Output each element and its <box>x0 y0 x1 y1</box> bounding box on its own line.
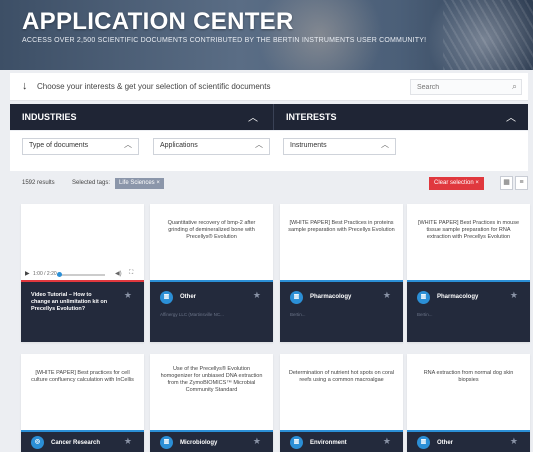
page-subtitle: ACCESS OVER 2,500 SCIENTIFIC DOCUMENTS C… <box>22 37 427 44</box>
category-label: Environment <box>310 440 347 446</box>
choose-text: Choose your interests & get your selecti… <box>37 82 271 91</box>
category-icon: ▥ <box>160 291 173 304</box>
chevron-up-icon: ︿ <box>381 140 389 149</box>
select-label: Type of documents <box>29 142 89 149</box>
card-title[interactable]: Quantitative recovery of bmp-2 after gri… <box>158 220 265 241</box>
star-icon[interactable]: ★ <box>510 436 518 447</box>
card-body[interactable]: [WHITE PAPER] Best Practices in mouse ti… <box>407 204 530 280</box>
type-of-documents-select[interactable]: Type of documents ︿ <box>22 138 139 155</box>
progress-track[interactable] <box>57 274 105 276</box>
document-card[interactable]: Quantitative recovery of bmp-2 after gri… <box>150 204 273 342</box>
star-icon[interactable]: ★ <box>383 290 391 301</box>
card-footer: ▥ Pharmacology ★ Bertin... <box>280 282 403 342</box>
search-box[interactable]: ⌕ <box>410 79 522 95</box>
card-meta: Affinergy LLC (Martinsville NC... <box>160 312 224 317</box>
star-icon[interactable]: ★ <box>253 436 261 447</box>
category-icon: ▥ <box>417 436 430 449</box>
card-meta: Bertin... <box>417 312 433 317</box>
results-count: 1592 results <box>22 180 55 186</box>
card-footer: ▥ Pharmacology ★ Bertin... <box>407 282 530 342</box>
chevron-up-icon: ︿ <box>506 113 516 124</box>
player-controls[interactable]: ▶ 1:00 / 2:20 ◀) ⛶ <box>25 270 140 278</box>
card-body[interactable]: RNA extraction from normal dog skin biop… <box>407 354 530 430</box>
document-card[interactable]: RNA extraction from normal dog skin biop… <box>407 354 530 452</box>
category-label: Pharmacology <box>310 294 352 300</box>
category-label: Pharmacology <box>437 294 479 300</box>
hero-pattern <box>443 0 533 70</box>
document-card[interactable]: Determination of nutrient hot spots on c… <box>280 354 403 452</box>
category-icon: ▥ <box>160 436 173 449</box>
document-card[interactable]: [WHITE PAPER] Best practices for cell cu… <box>21 354 144 452</box>
card-title[interactable]: [WHITE PAPER] Best practices for cell cu… <box>29 370 136 384</box>
card-body[interactable]: Quantitative recovery of bmp-2 after gri… <box>150 204 273 280</box>
card-title[interactable]: Video Tutorial – How to change an unlimi… <box>31 292 111 313</box>
star-icon[interactable]: ★ <box>510 290 518 301</box>
card-meta: Bertin... <box>290 312 306 317</box>
industries-label: INDUSTRIES <box>22 112 77 122</box>
chevron-up-icon: ︿ <box>248 113 258 124</box>
choose-bar: ↓ Choose your interests & get your selec… <box>10 73 528 101</box>
card-body[interactable]: [WHITE PAPER] Best practices for cell cu… <box>21 354 144 430</box>
document-card[interactable]: Use of the Precellys® Evolution homogeni… <box>150 354 273 452</box>
card-footer: ▥ Other ★ Affinergy LLC (Martinsville NC… <box>150 282 273 342</box>
search-input[interactable] <box>417 81 497 93</box>
arrow-down-icon: ↓ <box>22 80 28 92</box>
card-footer: ▥ Microbiology ★ <box>150 432 273 452</box>
card-title[interactable]: [WHITE PAPER] Best Practices in proteins… <box>288 220 395 234</box>
category-icon: ▥ <box>417 291 430 304</box>
chevron-up-icon: ︿ <box>255 140 263 149</box>
results-bar: 1592 results Selected tags: Life Science… <box>10 171 528 197</box>
hero-banner: APPLICATION CENTER ACCESS OVER 2,500 SCI… <box>0 0 533 70</box>
card-body[interactable]: Determination of nutrient hot spots on c… <box>280 354 403 430</box>
selected-tag[interactable]: Life Sciences × <box>115 178 164 189</box>
card-title[interactable]: [WHITE PAPER] Best Practices in mouse ti… <box>415 220 522 241</box>
select-label: Applications <box>160 142 198 149</box>
grid-view-icon[interactable]: ▦ <box>500 176 513 190</box>
select-label: Instruments <box>290 142 327 149</box>
card-body[interactable]: [WHITE PAPER] Best Practices in proteins… <box>280 204 403 280</box>
category-label: Other <box>437 440 454 446</box>
category-label: Cancer Research <box>51 440 101 446</box>
applications-select[interactable]: Applications ︿ <box>153 138 270 155</box>
card-title[interactable]: Use of the Precellys® Evolution homogeni… <box>158 366 265 394</box>
category-icon: ▥ <box>290 436 303 449</box>
star-icon[interactable]: ★ <box>124 436 132 447</box>
card-footer: ◎ Cancer Research ★ <box>21 432 144 452</box>
dropdown-row: Type of documents ︿ Applications ︿ Instr… <box>10 131 528 171</box>
interests-toggle[interactable]: INTERESTS ︿ <box>274 104 528 130</box>
card-body[interactable]: Use of the Precellys® Evolution homogeni… <box>150 354 273 430</box>
volume-icon[interactable]: ◀) <box>115 270 122 277</box>
clear-selection-button[interactable]: Clear selection × <box>429 177 484 190</box>
selected-tags-label: Selected tags: <box>72 180 111 186</box>
fullscreen-icon[interactable]: ⛶ <box>129 270 133 277</box>
chevron-up-icon: ︿ <box>124 140 132 149</box>
play-icon[interactable]: ▶ <box>25 270 30 277</box>
document-card[interactable]: ▶ 1:00 / 2:20 ◀) ⛶ Video Tutorial – How … <box>21 204 144 342</box>
player-time: 1:00 / 2:20 <box>33 271 57 277</box>
category-label: Other <box>180 294 197 300</box>
category-icon: ◎ <box>31 436 44 449</box>
card-footer: ▥ Other ★ <box>407 432 530 452</box>
card-footer: Video Tutorial – How to change an unlimi… <box>21 282 144 342</box>
card-title[interactable]: Determination of nutrient hot spots on c… <box>288 370 395 384</box>
star-icon[interactable]: ★ <box>253 290 261 301</box>
list-view-icon[interactable]: ≡ <box>515 176 528 190</box>
instruments-select[interactable]: Instruments ︿ <box>283 138 396 155</box>
star-icon[interactable]: ★ <box>124 290 132 301</box>
card-title[interactable]: RNA extraction from normal dog skin biop… <box>415 370 522 384</box>
interests-label: INTERESTS <box>286 112 337 122</box>
card-footer: ▥ Environment ★ <box>280 432 403 452</box>
document-card[interactable]: [WHITE PAPER] Best Practices in proteins… <box>280 204 403 342</box>
filter-header: INDUSTRIES ︿ INTERESTS ︿ <box>10 104 528 130</box>
document-card[interactable]: [WHITE PAPER] Best Practices in mouse ti… <box>407 204 530 342</box>
industries-toggle[interactable]: INDUSTRIES ︿ <box>10 104 273 130</box>
video-player[interactable]: ▶ 1:00 / 2:20 ◀) ⛶ <box>21 204 144 280</box>
search-icon[interactable]: ⌕ <box>512 81 517 92</box>
star-icon[interactable]: ★ <box>383 436 391 447</box>
category-icon: ▥ <box>290 291 303 304</box>
progress-knob[interactable] <box>57 272 62 277</box>
page-title: APPLICATION CENTER <box>22 8 294 35</box>
category-label: Microbiology <box>180 440 218 446</box>
